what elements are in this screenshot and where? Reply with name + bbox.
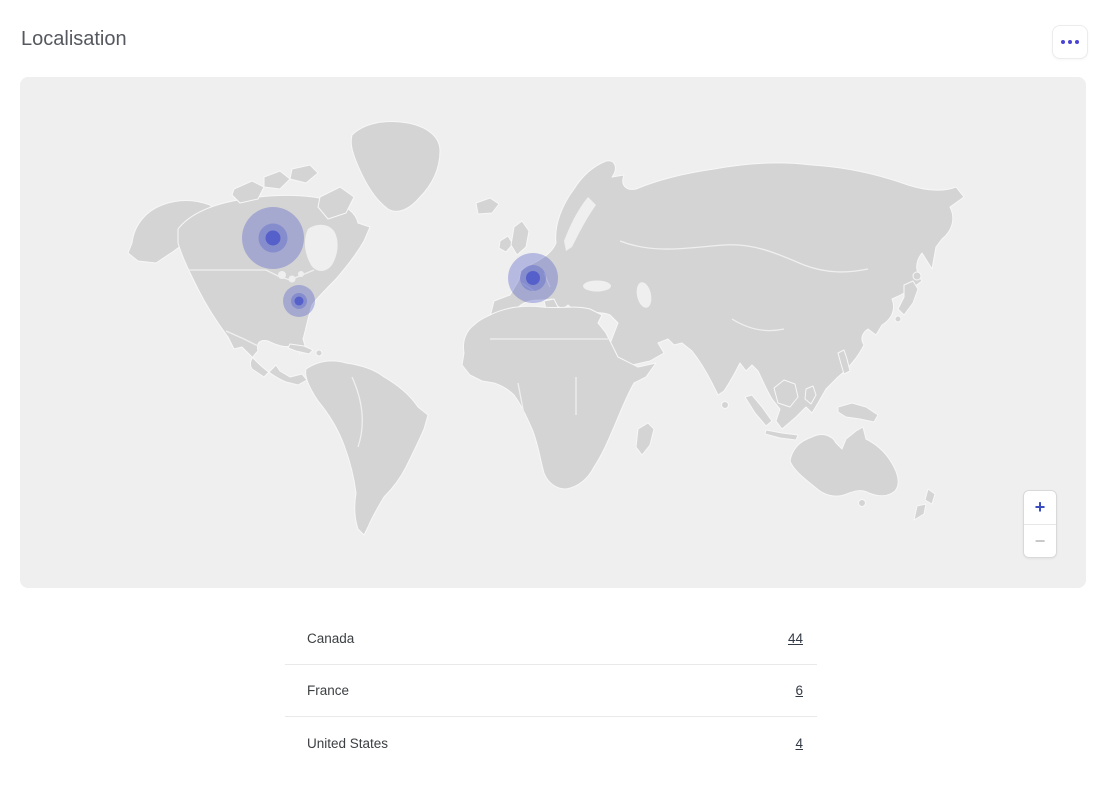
page-title: Localisation xyxy=(21,28,127,51)
table-row: France 6 xyxy=(285,665,817,717)
map-marker-united-states[interactable] xyxy=(295,297,304,306)
country-table: Canada 44 France 6 United States 4 xyxy=(285,613,817,769)
ellipsis-icon xyxy=(1061,40,1079,44)
country-label: United States xyxy=(307,736,388,751)
country-label: Canada xyxy=(307,631,354,646)
map-marker-canada[interactable] xyxy=(266,231,281,246)
continents xyxy=(128,122,964,536)
widget-menu-button[interactable] xyxy=(1052,25,1088,59)
table-row: United States 4 xyxy=(285,717,817,769)
country-value-link[interactable]: 6 xyxy=(795,683,803,698)
country-label: France xyxy=(307,683,349,698)
map-marker-france[interactable] xyxy=(526,271,540,285)
world-map[interactable]: + − xyxy=(20,77,1086,588)
table-row: Canada 44 xyxy=(285,613,817,665)
country-value-link[interactable]: 44 xyxy=(788,631,803,646)
zoom-in-button[interactable]: + xyxy=(1024,491,1056,524)
country-value-link[interactable]: 4 xyxy=(795,736,803,751)
map-zoom-controls: + − xyxy=(1023,490,1057,558)
zoom-out-button[interactable]: − xyxy=(1024,524,1056,557)
world-map-svg xyxy=(20,77,1086,588)
